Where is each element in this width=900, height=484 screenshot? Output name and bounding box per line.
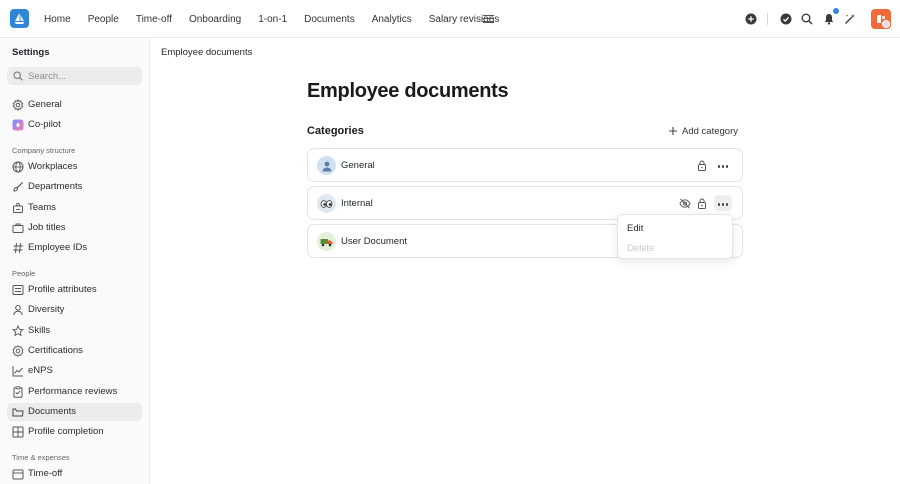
lock-icon xyxy=(698,198,706,209)
more-options-button[interactable] xyxy=(714,157,732,173)
person-silhouette-icon xyxy=(317,156,336,175)
ellipsis-icon xyxy=(717,198,730,209)
sidebar-section-title: Time & expenses xyxy=(12,453,70,462)
calendar-icon xyxy=(12,469,24,480)
sidebar-item-job-titles[interactable]: Job titles xyxy=(7,219,142,237)
person-icon xyxy=(13,305,23,316)
sidebar-item-employee-ids[interactable]: Employee IDs xyxy=(7,239,142,257)
plus-icon xyxy=(669,127,677,135)
avatar-status-badge xyxy=(882,20,890,28)
category-name: General xyxy=(341,160,375,171)
search-input[interactable] xyxy=(28,69,133,83)
sidebar-item-time-off[interactable]: Time-off xyxy=(7,465,142,483)
hamburger-menu-icon[interactable] xyxy=(483,13,494,24)
grid-icon xyxy=(12,426,24,438)
category-name: Internal xyxy=(341,198,373,209)
folder-icon xyxy=(12,408,24,417)
sidebar-item-label: Performance reviews xyxy=(28,386,118,397)
category-row-general[interactable]: General xyxy=(307,148,743,182)
sidebar-item-label: eNPS xyxy=(28,365,53,376)
star-icon xyxy=(12,325,24,337)
sidebar-item-label: Profile attributes xyxy=(28,284,97,295)
sidebar-item-label: Departments xyxy=(28,181,83,192)
sidebar-item-label: Profile completion xyxy=(28,426,104,437)
search-icon[interactable] xyxy=(801,13,813,25)
nav-documents[interactable]: Documents xyxy=(304,14,355,25)
sidebar-item-label: Certifications xyxy=(28,345,83,356)
sidebar-item-teams[interactable]: Teams xyxy=(7,199,142,217)
globe-icon xyxy=(12,161,24,173)
sidebar-item-enps[interactable]: eNPS xyxy=(7,362,142,380)
ellipsis-icon xyxy=(717,160,730,171)
sidebar-search[interactable] xyxy=(7,67,142,85)
sidebar-item-label: General xyxy=(28,99,62,110)
page-title: Employee documents xyxy=(307,80,509,102)
settings-sidebar: Settings General Co-pilot Company struct… xyxy=(0,39,150,484)
sidebar-item-label: Teams xyxy=(28,202,56,213)
sidebar-item-general[interactable]: General xyxy=(7,96,142,114)
sidebar-item-profile-completion[interactable]: Profile completion xyxy=(7,423,142,441)
nav-onboarding[interactable]: Onboarding xyxy=(189,14,241,25)
magic-wand-icon[interactable] xyxy=(844,13,856,25)
nav-analytics[interactable]: Analytics xyxy=(372,14,412,25)
sidebar-item-skills[interactable]: Skills xyxy=(7,322,142,340)
sidebar-section-title: People xyxy=(12,269,36,278)
nav-1-on-1[interactable]: 1-on-1 xyxy=(258,14,287,25)
nav-divider xyxy=(767,13,768,25)
nav-time-off[interactable]: Time-off xyxy=(136,14,172,25)
eye-off-icon xyxy=(679,198,691,209)
brush-icon xyxy=(13,182,23,192)
badge-icon xyxy=(12,345,24,357)
lock-icon xyxy=(698,160,706,171)
categories-heading: Categories xyxy=(307,125,364,137)
sidebar-item-diversity[interactable]: Diversity xyxy=(7,301,142,319)
nav-home[interactable]: Home xyxy=(44,14,71,25)
sidebar-item-label: Job titles xyxy=(28,222,66,233)
sidebar-item-label: Workplaces xyxy=(28,161,78,172)
hash-icon xyxy=(13,242,23,254)
category-options-menu: Edit Delete xyxy=(617,214,733,259)
breadcrumb: Employee documents xyxy=(161,47,253,58)
sidebar-title: Settings xyxy=(12,47,50,58)
gear-icon xyxy=(12,99,24,111)
sidebar-item-label: Time-off xyxy=(28,468,63,479)
notification-dot xyxy=(833,8,839,14)
nav-people[interactable]: People xyxy=(88,14,119,25)
trend-icon xyxy=(12,366,23,377)
add-circle-icon[interactable] xyxy=(745,13,757,25)
menu-item-delete[interactable]: Delete xyxy=(627,243,654,254)
truck-icon xyxy=(317,232,336,251)
menu-item-edit[interactable]: Edit xyxy=(627,223,643,234)
sidebar-item-label: Diversity xyxy=(28,304,65,315)
clipboard-icon xyxy=(13,386,23,398)
sidebar-item-workplaces[interactable]: Workplaces xyxy=(7,158,142,176)
top-navigation: Home People Time-off Onboarding 1-on-1 D… xyxy=(0,0,900,38)
check-circle-icon[interactable] xyxy=(780,13,792,25)
sidebar-item-label: Skills xyxy=(28,325,51,336)
sidebar-item-certifications[interactable]: Certifications xyxy=(7,342,142,360)
sidebar-item-label: Employee IDs xyxy=(28,242,88,253)
sidebar-section-title: Company structure xyxy=(12,146,76,155)
more-options-button[interactable] xyxy=(714,195,732,211)
add-category-button[interactable]: Add category xyxy=(668,124,738,138)
sidebar-item-performance-reviews[interactable]: Performance reviews xyxy=(7,383,142,401)
sidebar-item-label: Documents xyxy=(28,406,77,417)
sidebar-item-documents[interactable]: Documents xyxy=(7,403,142,421)
bell-icon[interactable] xyxy=(823,13,835,25)
list-icon xyxy=(12,285,24,295)
add-category-label: Add category xyxy=(682,125,738,137)
sailboat-logo-icon xyxy=(14,13,25,24)
sidebar-item-label: Co-pilot xyxy=(28,119,61,130)
sidebar-item-profile-attributes[interactable]: Profile attributes xyxy=(7,281,142,299)
sidebar-item-departments[interactable]: Departments xyxy=(7,178,142,196)
team-icon xyxy=(13,202,23,213)
search-icon xyxy=(13,71,23,81)
main-nav: Home People Time-off Onboarding 1-on-1 D… xyxy=(44,0,516,38)
category-name: User Document xyxy=(341,236,407,247)
sidebar-item-co-pilot[interactable]: Co-pilot xyxy=(7,116,142,134)
copilot-icon xyxy=(12,119,24,131)
briefcase-icon xyxy=(12,223,24,233)
app-logo[interactable] xyxy=(10,9,29,28)
eyes-icon xyxy=(317,194,336,213)
